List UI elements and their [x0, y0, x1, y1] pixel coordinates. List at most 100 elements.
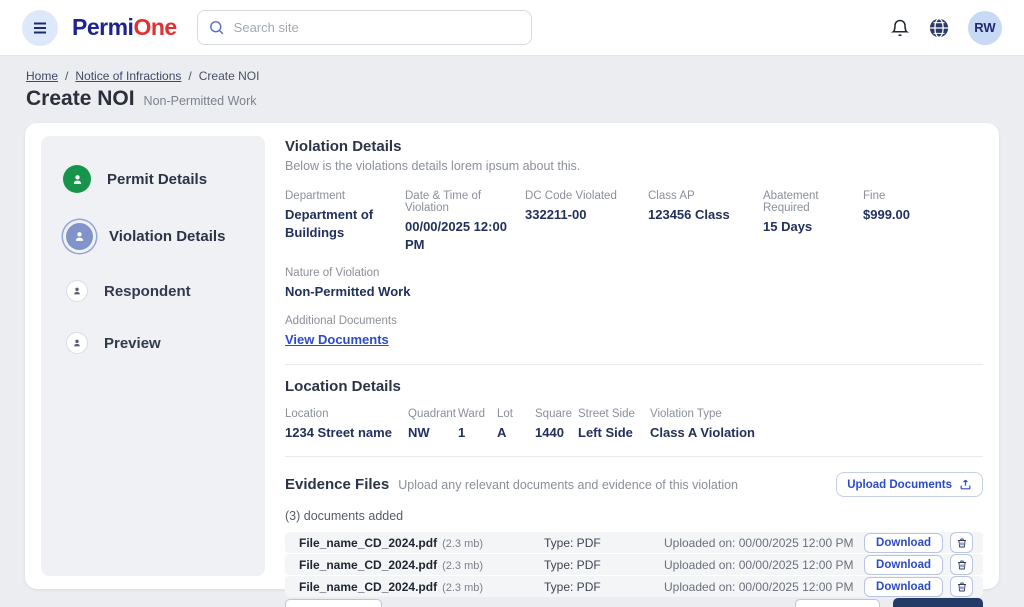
documents-count: (3) documents added — [285, 509, 983, 523]
file-name-cell: File_name_CD_2024.pdf (2.3 mb) — [299, 578, 544, 596]
field-location: Location 1234 Street name — [285, 408, 408, 442]
file-name: File_name_CD_2024.pdf — [299, 580, 437, 594]
field-label: Violation Type — [650, 408, 983, 420]
file-uploaded: Uploaded on: 00/00/2025 12:00 PM — [664, 580, 864, 594]
location-fields: Location 1234 Street name Quadrant NW Wa… — [285, 408, 983, 442]
step-label: Respondent — [104, 283, 191, 300]
field-value: 1234 Street name — [285, 424, 408, 442]
field-label: Department — [285, 190, 405, 202]
field-value: 332211-00 — [525, 206, 648, 224]
field-nature-of-violation: Nature of Violation Non-Permitted Work — [285, 267, 983, 301]
search-input[interactable] — [197, 10, 532, 45]
evidence-files-title: Evidence Files — [285, 476, 389, 493]
file-name: File_name_CD_2024.pdf — [299, 536, 437, 550]
trash-icon — [956, 581, 968, 593]
language-button[interactable] — [928, 17, 950, 39]
field-label: Square — [535, 408, 578, 420]
page-subtitle: Non-Permitted Work — [144, 94, 257, 108]
field-street-side: Street Side Left Side — [578, 408, 650, 442]
bell-icon — [890, 18, 910, 38]
step-label: Permit Details — [107, 171, 207, 188]
field-value: Class A Violation — [650, 424, 983, 442]
file-uploaded: Uploaded on: 00/00/2025 12:00 PM — [664, 536, 864, 550]
file-name: File_name_CD_2024.pdf — [299, 558, 437, 572]
file-type: Type: PDF — [544, 536, 664, 550]
upload-documents-button[interactable]: Upload Documents — [836, 472, 983, 497]
user-icon — [66, 223, 93, 250]
delete-file-button[interactable] — [950, 532, 973, 553]
field-violation-type: Violation Type Class A Violation — [650, 408, 983, 442]
menu-button[interactable] — [22, 10, 58, 46]
field-value: 00/00/2025 12:00 PM — [405, 218, 525, 253]
globe-icon — [928, 17, 950, 39]
field-label: Additional Documents — [285, 315, 983, 327]
field-date-time: Date & Time of Violation 00/00/2025 12:0… — [405, 190, 525, 253]
delete-file-button[interactable] — [950, 554, 973, 575]
field-class-ap: Class AP 123456 Class — [648, 190, 763, 253]
upload-button-label: Upload Documents — [847, 479, 952, 491]
breadcrumb-current: Create NOI — [199, 69, 260, 83]
field-label: Nature of Violation — [285, 267, 983, 279]
field-additional-documents: Additional Documents View Documents — [285, 315, 983, 349]
evidence-files-subtitle: Upload any relevant documents and eviden… — [398, 478, 738, 492]
field-label: Abatement Required — [763, 190, 863, 214]
delete-file-button[interactable] — [950, 576, 973, 597]
logo-part-1: Permi — [72, 14, 133, 40]
file-type: Type: PDF — [544, 558, 664, 572]
breadcrumb-separator: / — [188, 69, 191, 83]
app-logo: PermiOne — [72, 14, 177, 41]
upload-icon — [959, 478, 972, 491]
hamburger-icon — [31, 19, 49, 37]
next-button[interactable]: Next — [893, 598, 983, 607]
file-row: File_name_CD_2024.pdf(2.3 mb) Type: PDF … — [285, 532, 983, 553]
field-label: Location — [285, 408, 408, 420]
file-type: Type: PDF — [544, 580, 664, 594]
stepper-sidebar: Permit Details Violation Details Respond… — [41, 136, 265, 576]
view-documents-link[interactable]: View Documents — [285, 332, 389, 347]
field-fine: Fine $999.00 — [863, 190, 983, 253]
download-button[interactable]: Download — [864, 555, 943, 575]
breadcrumb-home[interactable]: Home — [26, 69, 58, 83]
step-label: Violation Details — [109, 228, 225, 245]
notifications-button[interactable] — [890, 18, 910, 38]
trash-icon — [956, 559, 968, 571]
violation-details-title: Violation Details — [285, 138, 983, 155]
field-label: Quadrant — [408, 408, 458, 420]
field-department: Department Department of Buildings — [285, 190, 405, 253]
download-button[interactable]: Download — [864, 533, 943, 553]
field-label: Fine — [863, 190, 983, 202]
breadcrumb-notice-of-infractions[interactable]: Notice of Infractions — [75, 69, 181, 83]
step-violation-details[interactable]: Violation Details — [63, 208, 265, 265]
user-avatar[interactable]: RW — [968, 11, 1002, 45]
field-ward: Ward 1 — [458, 408, 497, 442]
back-button[interactable]: Back — [795, 599, 880, 607]
field-square: Square 1440 — [535, 408, 578, 442]
trash-icon — [956, 537, 968, 549]
field-value: Non-Permitted Work — [285, 283, 983, 301]
field-dc-code: DC Code Violated 332211-00 — [525, 190, 648, 253]
file-row: File_name_CD_2024.pdf(2.3 mb) Type: PDF … — [285, 576, 983, 597]
file-uploaded: Uploaded on: 00/00/2025 12:00 PM — [664, 558, 864, 572]
location-details-title: Location Details — [285, 378, 983, 395]
step-permit-details[interactable]: Permit Details — [63, 150, 265, 208]
file-size: (2.3 mb) — [442, 582, 483, 594]
field-label: Class AP — [648, 190, 763, 202]
create-noi-card: Permit Details Violation Details Respond… — [25, 123, 999, 589]
download-button[interactable]: Download — [864, 577, 943, 597]
user-icon — [66, 280, 88, 302]
app-header: PermiOne RW — [0, 0, 1024, 56]
file-size: (2.3 mb) — [442, 560, 483, 572]
step-preview[interactable]: Preview — [63, 317, 265, 369]
field-label: DC Code Violated — [525, 190, 648, 202]
file-name-cell: File_name_CD_2024.pdf (2.3 mb) — [299, 556, 544, 574]
file-row: File_name_CD_2024.pdf(2.3 mb) Type: PDF … — [285, 554, 983, 575]
step-respondent[interactable]: Respondent — [63, 265, 265, 317]
cancel-button[interactable]: Cancel — [285, 599, 382, 607]
breadcrumb-separator: / — [65, 69, 68, 83]
divider — [285, 456, 983, 457]
field-label: Date & Time of Violation — [405, 190, 525, 214]
field-value: 123456 Class — [648, 206, 763, 224]
field-value: Department of Buildings — [285, 206, 405, 241]
field-label: Ward — [458, 408, 497, 420]
logo-part-2: One — [133, 14, 176, 40]
